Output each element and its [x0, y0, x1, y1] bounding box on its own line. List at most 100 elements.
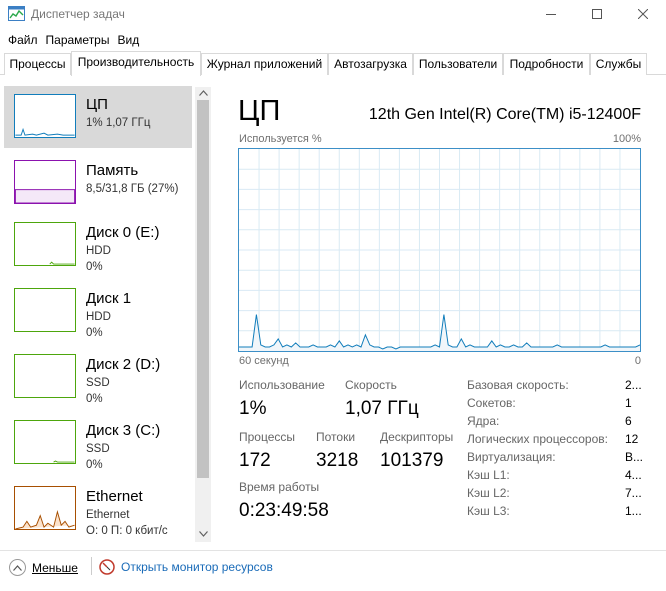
- spec-value-l2-cache: 7...: [625, 486, 642, 500]
- processes-value: 172: [239, 450, 271, 471]
- footer: Меньше Открыть монитор ресурсов: [0, 551, 666, 591]
- spec-label-base-speed: Базовая скорость:: [467, 378, 569, 392]
- memory-thumbnail: [14, 160, 76, 204]
- resource-usage: О: 0 П: 0 кбит/с: [86, 525, 168, 537]
- resource-name: Диск 3 (C:): [86, 422, 161, 439]
- spec-label-l2-cache: Кэш L2:: [467, 486, 510, 500]
- usage-axis-max: 100%: [612, 133, 641, 145]
- disk-thumbnail: [14, 420, 76, 464]
- resource-detail: SSD: [86, 377, 110, 389]
- resource-usage: 0%: [86, 459, 103, 471]
- spec-label-virtualization: Виртуализация:: [467, 450, 556, 464]
- handles-label: Дескрипторы: [380, 430, 454, 444]
- maximize-icon: [592, 9, 602, 19]
- threads-value: 3218: [316, 450, 359, 471]
- resource-usage: 0%: [86, 261, 103, 273]
- scroll-down-arrow-icon[interactable]: [199, 531, 208, 537]
- spec-value-l1-cache: 4...: [625, 468, 642, 482]
- resource-usage: 0%: [86, 327, 103, 339]
- resource-monitor-icon: [99, 559, 115, 575]
- cpu-model-name: 12th Gen Intel(R) Core(TM) i5-12400F: [368, 106, 641, 123]
- tab-strip: Процессы Производительность Журнал прило…: [0, 51, 666, 76]
- usage-label: Использование: [239, 378, 325, 392]
- cpu-usage-graph: [238, 148, 641, 352]
- fewer-details-button[interactable]: Меньше: [9, 559, 78, 576]
- spec-label-l1-cache: Кэш L1:: [467, 468, 510, 482]
- minimize-icon: [546, 14, 556, 15]
- usage-axis-label: Используется %: [239, 133, 322, 145]
- resource-name: Ethernet: [86, 488, 143, 505]
- spec-label-l3-cache: Кэш L3:: [467, 504, 510, 518]
- scroll-up-arrow-icon[interactable]: [199, 90, 208, 96]
- spec-value-logical-processors: 12: [625, 432, 639, 446]
- menu-options[interactable]: Параметры: [46, 30, 110, 50]
- resource-detail: SSD: [86, 443, 110, 455]
- speed-label: Скорость: [345, 378, 397, 392]
- cpu-usage-graph-svg: [239, 149, 640, 351]
- spec-value-sockets: 1: [625, 396, 632, 410]
- resource-disk-2[interactable]: Диск 2 (D:) SSD 0%: [4, 346, 192, 408]
- spec-value-virtualization: В...: [625, 450, 644, 464]
- resource-memory[interactable]: Память 8,5/31,8 ГБ (27%): [4, 152, 192, 214]
- chevron-up-icon: [9, 559, 26, 576]
- title-bar: Диспетчер задач: [0, 0, 666, 28]
- menu-bar: Файл Параметры Вид: [0, 30, 666, 50]
- menu-view[interactable]: Вид: [117, 30, 139, 50]
- resource-name: ЦП: [86, 96, 108, 113]
- fewer-details-label: Меньше: [32, 560, 78, 575]
- cpu-heading: ЦП: [238, 95, 281, 127]
- spec-label-sockets: Сокетов:: [467, 396, 516, 410]
- scrollbar-thumb[interactable]: [197, 100, 209, 478]
- resource-disk-0[interactable]: Диск 0 (E:) HDD 0%: [4, 214, 192, 276]
- resource-disk-1[interactable]: Диск 1 HDD 0%: [4, 280, 192, 342]
- uptime-value: 0:23:49:58: [239, 500, 329, 521]
- disk-thumbnail: [14, 288, 76, 332]
- open-resource-monitor-link[interactable]: Открыть монитор ресурсов: [99, 559, 273, 575]
- cpu-thumbnail: [14, 94, 76, 138]
- tab-processes[interactable]: Процессы: [4, 53, 71, 75]
- time-axis-label: 60 секунд: [239, 355, 289, 367]
- resource-list: ЦП 1% 1,07 ГГц Память 8,5/31,8 ГБ (27%) …: [4, 84, 212, 542]
- open-resource-monitor-label: Открыть монитор ресурсов: [121, 560, 273, 574]
- spec-value-base-speed: 2...: [625, 378, 642, 392]
- ethernet-thumbnail: [14, 486, 76, 530]
- tab-startup[interactable]: Автозагрузка: [328, 53, 413, 75]
- maximize-button[interactable]: [574, 0, 620, 28]
- resource-detail: 1% 1,07 ГГц: [86, 117, 151, 129]
- resource-name: Диск 0 (E:): [86, 224, 160, 241]
- resource-ethernet[interactable]: Ethernet Ethernet О: 0 П: 0 кбит/с: [4, 478, 192, 540]
- tab-services[interactable]: Службы: [590, 53, 647, 75]
- time-axis-min: 0: [634, 355, 641, 367]
- menu-file[interactable]: Файл: [0, 30, 38, 50]
- uptime-label: Время работы: [239, 480, 320, 494]
- spec-value-cores: 6: [625, 414, 632, 428]
- resource-detail: HDD: [86, 245, 111, 257]
- resource-name: Диск 1: [86, 290, 132, 307]
- resource-disk-3[interactable]: Диск 3 (C:) SSD 0%: [4, 412, 192, 474]
- close-icon: [638, 9, 648, 19]
- resource-name: Память: [86, 162, 139, 179]
- resource-detail: Ethernet: [86, 509, 130, 521]
- disk-thumbnail: [14, 354, 76, 398]
- spec-label-cores: Ядра:: [467, 414, 500, 428]
- close-button[interactable]: [620, 0, 666, 28]
- processes-label: Процессы: [239, 430, 296, 444]
- handles-value: 101379: [380, 450, 444, 471]
- resource-detail: 8,5/31,8 ГБ (27%): [86, 183, 179, 195]
- resource-usage: 0%: [86, 393, 103, 405]
- tab-details[interactable]: Подробности: [503, 53, 590, 75]
- speed-value: 1,07 ГГц: [345, 398, 419, 419]
- spec-value-l3-cache: 1...: [625, 504, 642, 518]
- tab-users[interactable]: Пользователи: [413, 53, 503, 75]
- disk-thumbnail: [14, 222, 76, 266]
- resource-detail: HDD: [86, 311, 111, 323]
- task-manager-icon: [8, 6, 25, 21]
- footer-divider: [91, 557, 92, 575]
- resource-name: Диск 2 (D:): [86, 356, 161, 373]
- threads-label: Потоки: [316, 430, 356, 444]
- resource-cpu[interactable]: ЦП 1% 1,07 ГГц: [4, 86, 192, 148]
- tab-app-history[interactable]: Журнал приложений: [201, 53, 328, 75]
- tab-performance[interactable]: Производительность: [71, 51, 201, 76]
- minimize-button[interactable]: [528, 0, 574, 28]
- window-title: Диспетчер задач: [31, 7, 125, 21]
